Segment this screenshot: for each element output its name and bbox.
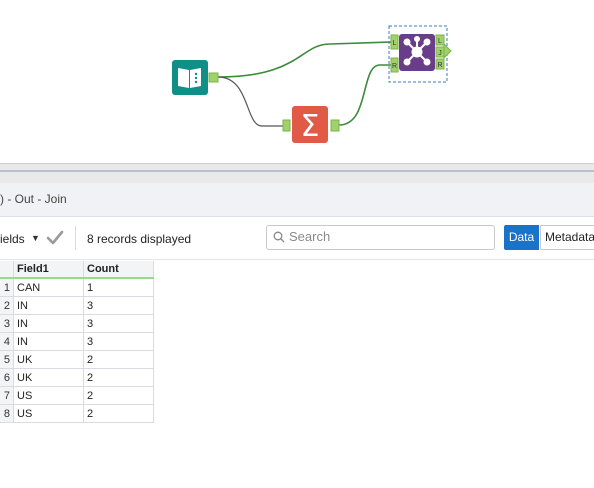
cell-count[interactable]: 2 — [83, 350, 154, 369]
cell-field1[interactable]: UK — [13, 350, 84, 369]
table-row[interactable]: 1 CAN 1 — [0, 278, 154, 297]
table-row[interactable]: 4 IN 3 — [0, 332, 154, 351]
cell-count[interactable]: 2 — [83, 368, 154, 387]
cell-field1[interactable]: US — [13, 404, 84, 423]
svg-text:J: J — [438, 50, 442, 57]
table-row[interactable]: 6 UK 2 — [0, 368, 154, 387]
cell-field1[interactable]: CAN — [13, 278, 84, 297]
connection-summarize-to-join — [338, 64, 392, 126]
search-icon — [273, 231, 285, 243]
results-table: Field1 Count 1 CAN 1 2 IN 3 3 IN 3 4 IN 3 5 UK 2 6… — [0, 261, 154, 423]
records-count: 8 records displayed — [87, 232, 192, 246]
splitter-line — [0, 170, 594, 172]
toolbar-divider — [75, 226, 76, 250]
row-number: 5 — [0, 350, 14, 369]
cell-count[interactable]: 3 — [83, 332, 154, 351]
cell-field1[interactable]: UK — [13, 368, 84, 387]
fields-dropdown[interactable]: ields — [0, 232, 25, 246]
table-row[interactable]: 5 UK 2 — [0, 350, 154, 369]
svg-text:R: R — [392, 63, 397, 70]
row-number: 2 — [0, 296, 14, 315]
row-number: 3 — [0, 314, 14, 333]
svg-text:R: R — [437, 62, 442, 69]
cell-field1[interactable]: US — [13, 386, 84, 405]
cell-field1[interactable]: IN — [13, 314, 84, 333]
metadata-button[interactable]: Metadata — [540, 225, 594, 250]
data-button[interactable]: Data — [504, 225, 539, 250]
connection-input-to-join — [217, 41, 393, 78]
row-number: 6 — [0, 368, 14, 387]
checkmark-icon[interactable] — [45, 228, 65, 248]
chevron-down-icon[interactable]: ▼ — [31, 233, 40, 243]
column-header-count[interactable]: Count — [83, 261, 154, 279]
summarize-tool[interactable]: Σ — [282, 106, 340, 144]
connection-input-to-summarize — [217, 76, 283, 127]
results-title-bar: ) - Out - Join — [0, 183, 594, 217]
search-input[interactable] — [289, 228, 485, 245]
sigma-icon: Σ — [301, 109, 320, 144]
column-header-field1[interactable]: Field1 — [13, 261, 84, 279]
input-tool[interactable] — [172, 60, 219, 95]
row-number-header — [0, 261, 14, 279]
cell-count[interactable]: 3 — [83, 296, 154, 315]
table-row[interactable]: 8 US 2 — [0, 404, 154, 423]
pane-splitter[interactable] — [0, 163, 594, 183]
table-header-row: Field1 Count — [0, 261, 154, 279]
workflow-diagram: Σ L R L J R — [172, 25, 452, 144]
row-number: 8 — [0, 404, 14, 423]
search-box[interactable] — [266, 225, 495, 250]
cell-count[interactable]: 2 — [83, 404, 154, 423]
table-row[interactable]: 3 IN 3 — [0, 314, 154, 333]
svg-text:L: L — [393, 40, 397, 47]
workflow-canvas[interactable]: Σ L R L J R — [0, 0, 594, 163]
table-row[interactable]: 2 IN 3 — [0, 296, 154, 315]
results-title: ) - Out - Join — [0, 192, 67, 206]
join-tool[interactable]: L R L J R — [388, 25, 452, 83]
results-toolbar: ields ▼ 8 records displayed Data Metadat… — [0, 217, 594, 260]
cell-count[interactable]: 2 — [83, 386, 154, 405]
svg-text:L: L — [438, 38, 442, 45]
cell-count[interactable]: 3 — [83, 314, 154, 333]
table-row[interactable]: 7 US 2 — [0, 386, 154, 405]
row-number: 4 — [0, 332, 14, 351]
row-number: 1 — [0, 278, 14, 297]
cell-field1[interactable]: IN — [13, 332, 84, 351]
row-number: 7 — [0, 386, 14, 405]
cell-count[interactable]: 1 — [83, 278, 154, 297]
cell-field1[interactable]: IN — [13, 296, 84, 315]
